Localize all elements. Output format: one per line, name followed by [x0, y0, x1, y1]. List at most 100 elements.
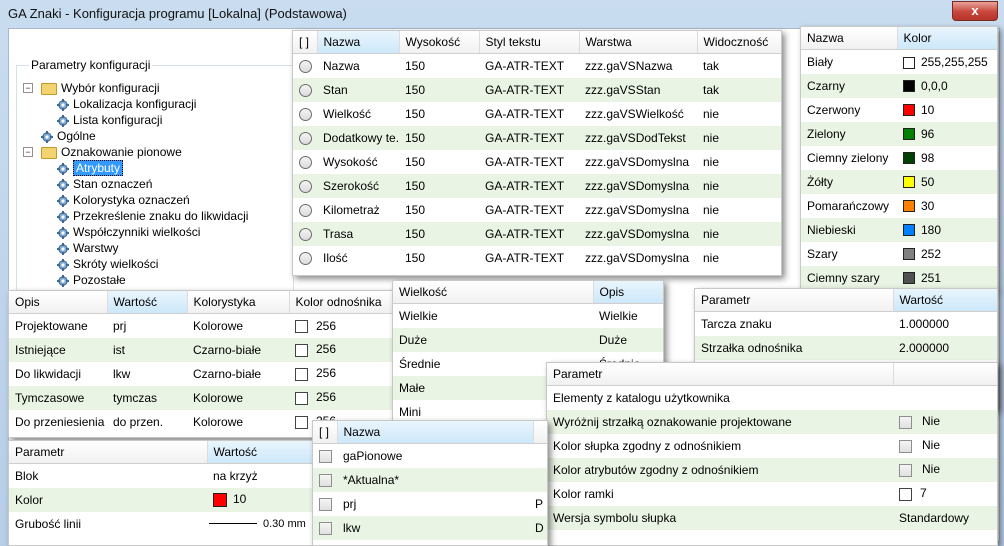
state-header-1[interactable]: Wartość — [107, 291, 188, 314]
row-select[interactable] — [293, 102, 317, 126]
row-select[interactable] — [293, 246, 317, 270]
radio-button[interactable] — [299, 251, 312, 265]
size-row[interactable]: Duże Duże — [393, 327, 663, 352]
tree-node[interactable]: Kolorystyka oznaczeń — [57, 192, 190, 208]
attribute-row[interactable]: Nazwa 150 GA-ATR-TEXT zzz.gaVSNazwa tak — [293, 54, 781, 78]
colors-header-1[interactable]: Kolor — [897, 27, 997, 50]
row-select[interactable] — [293, 198, 317, 222]
tree-node[interactable]: Atrybuty — [57, 160, 124, 176]
other-value-cell[interactable]: Nie — [893, 434, 997, 458]
tree-node[interactable]: − Oznakowanie pionowe — [23, 144, 182, 160]
row-select[interactable] — [293, 77, 317, 102]
color-value-cell[interactable]: 251 — [897, 265, 997, 289]
attribute-row[interactable]: Wielkość 150 GA-ATR-TEXT zzz.gaVSWielkość ni… — [293, 102, 781, 126]
row-select[interactable] — [293, 150, 317, 174]
color-value-cell[interactable]: 50 — [897, 169, 997, 194]
tree-node[interactable]: Warstwy — [57, 240, 119, 256]
attributes-header-3[interactable]: Styl tekstu — [479, 31, 580, 54]
color-row[interactable]: Ciemny szary 251 — [801, 265, 997, 289]
factors-header-0[interactable]: Parametr — [695, 289, 894, 312]
radio-button[interactable] — [299, 227, 312, 241]
color-row[interactable]: Żółty 50 — [801, 169, 997, 194]
tree-node[interactable]: Skróty wielkości — [57, 256, 158, 272]
layer-select[interactable] — [313, 444, 337, 468]
radio-button[interactable] — [299, 203, 312, 217]
checkbox[interactable] — [319, 497, 332, 511]
strike-value-cell[interactable]: 10 — [207, 487, 313, 512]
other-row[interactable]: Kolor atrybutów zgodny z odnośnikiem Nie — [547, 457, 997, 482]
strike-header-0[interactable]: Parametr — [9, 441, 208, 464]
checkbox[interactable] — [899, 439, 912, 453]
layer-row[interactable]: gaPionowe — [313, 444, 547, 468]
row-select[interactable] — [293, 221, 317, 246]
state-header-3[interactable]: Kolor odnośnika — [289, 291, 393, 314]
radio-button[interactable] — [299, 155, 312, 169]
factor-row[interactable]: Strzałka odnośnika 2.000000 — [695, 335, 997, 360]
other-header-0[interactable]: Parametr — [547, 363, 894, 386]
color-row[interactable]: Ciemny zielony 98 — [801, 146, 997, 170]
layers-header-0[interactable]: [ ] — [313, 421, 338, 444]
colors-header-0[interactable]: Nazwa — [801, 27, 898, 50]
strike-row[interactable]: Grubość linii 0.30 mm — [9, 512, 313, 536]
close-button[interactable]: x — [952, 1, 998, 21]
radio-button[interactable] — [299, 131, 312, 145]
tree-node[interactable]: Stan oznaczeń — [57, 176, 152, 192]
color-row[interactable]: Biały 255,255,255 — [801, 50, 997, 74]
color-value-cell[interactable]: 255,255,255 — [897, 50, 997, 74]
checkbox[interactable] — [319, 449, 332, 463]
attribute-row[interactable]: Dodatkowy te... 150 GA-ATR-TEXT zzz.gaVSDod… — [293, 125, 781, 150]
row-select[interactable] — [293, 173, 317, 198]
attributes-header-2[interactable]: Wysokość — [399, 31, 480, 54]
factor-row[interactable]: Tarcza znaku 1.000000 — [695, 312, 997, 336]
strike-row[interactable]: Kolor 10 — [9, 487, 313, 512]
tree-node[interactable]: Lokalizacja konfiguracji — [57, 96, 196, 112]
color-row[interactable]: Niebieski 180 — [801, 217, 997, 242]
strike-value-cell[interactable]: na krzyż — [207, 464, 313, 488]
state-header-0[interactable]: Opis — [9, 291, 108, 314]
other-row[interactable]: Kolor ramki 7 — [547, 482, 997, 506]
attribute-row[interactable]: Ilość 150 GA-ATR-TEXT zzz.gaVSDomyslna nie — [293, 246, 781, 270]
radio-button[interactable] — [299, 179, 312, 193]
color-row[interactable]: Czerwony 10 — [801, 98, 997, 122]
attribute-row[interactable]: Szerokość 150 GA-ATR-TEXT zzz.gaVSDomyslna n… — [293, 173, 781, 198]
layer-select[interactable] — [313, 492, 337, 516]
size-row[interactable]: Wielkie Wielkie — [393, 304, 663, 328]
attributes-header-0[interactable]: [ ] — [293, 31, 318, 54]
radio-button[interactable] — [299, 107, 312, 121]
tree-node[interactable]: Współczynniki wielkości — [57, 224, 200, 240]
layers-header-1[interactable]: Nazwa — [337, 421, 534, 444]
checkbox[interactable] — [899, 463, 912, 477]
color-value-cell[interactable]: 0,0,0 — [897, 73, 997, 98]
layer-row[interactable]: *Aktualna* — [313, 467, 547, 492]
state-row[interactable]: Istniejące ist Czarno-białe 256 — [9, 337, 393, 362]
strike-header-1[interactable]: Wartość — [207, 441, 313, 464]
strike-row[interactable]: Blok na krzyż — [9, 464, 313, 488]
other-value-cell[interactable]: Nie — [893, 409, 997, 434]
other-value-cell[interactable]: Nie — [893, 457, 997, 482]
expand-toggle[interactable]: − — [23, 147, 33, 157]
factors-header-1[interactable]: Wartość — [893, 289, 997, 312]
checkbox[interactable] — [319, 521, 332, 535]
color-row[interactable]: Czarny 0,0,0 — [801, 73, 997, 98]
state-row[interactable]: Tymczasowe tymczas Kolorowe 256 — [9, 385, 393, 410]
tree-node[interactable]: − Wybór konfiguracji — [23, 80, 160, 96]
other-row[interactable]: Wersja symbolu słupka Standardowy — [547, 505, 997, 530]
strike-value-cell[interactable]: 0.30 mm — [207, 512, 313, 536]
color-value-cell[interactable]: 98 — [897, 146, 997, 170]
attributes-header-5[interactable]: Widoczność — [697, 31, 781, 54]
color-value-cell[interactable]: 180 — [897, 217, 997, 242]
other-value-cell[interactable]: Standardowy — [893, 505, 997, 530]
state-row[interactable]: Projektowane prj Kolorowe 256 — [9, 314, 393, 338]
attribute-row[interactable]: Stan 150 GA-ATR-TEXT zzz.gaVSStan tak — [293, 77, 781, 102]
attribute-row[interactable]: Trasa 150 GA-ATR-TEXT zzz.gaVSDomyslna nie — [293, 221, 781, 246]
color-value-cell[interactable]: 96 — [897, 121, 997, 146]
layer-row[interactable]: lkw D — [313, 515, 547, 540]
row-select[interactable] — [293, 125, 317, 150]
checkbox[interactable] — [319, 473, 332, 487]
other-header-1[interactable] — [893, 363, 997, 386]
color-row[interactable]: Pomarańczowy 30 — [801, 194, 997, 218]
layer-select[interactable] — [313, 515, 337, 540]
attribute-row[interactable]: Wysokość 150 GA-ATR-TEXT zzz.gaVSDomyslna ni… — [293, 150, 781, 174]
sizes-header-0[interactable]: Wielkość — [393, 281, 594, 304]
layer-row[interactable]: prj P — [313, 492, 547, 516]
